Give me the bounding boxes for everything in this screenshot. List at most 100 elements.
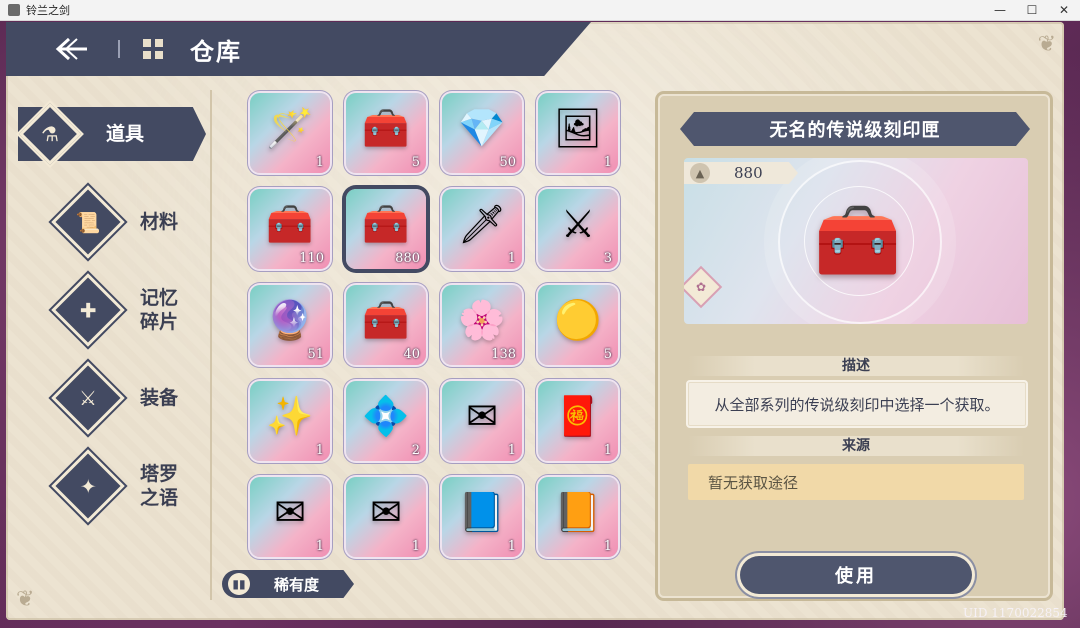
tab-items[interactable]: ⚗ 道具	[10, 102, 218, 166]
tabs-divider	[210, 90, 212, 600]
item-quantity: 880	[395, 251, 420, 266]
item-quantity: 5	[603, 347, 612, 362]
maximize-button[interactable]: ☐	[1016, 0, 1048, 20]
item-slot-rainbow-crystals[interactable]: 🔮 51	[250, 285, 330, 365]
item-slot-sealed-letter[interactable]: ✉ 1	[442, 381, 522, 461]
item-slot-rainbow-gem[interactable]: 💠 2	[346, 381, 426, 461]
silver-chest-icon: 🧰	[362, 298, 410, 343]
item-slot-pink-orb[interactable]: 🌸 138	[442, 285, 522, 365]
item-slot-golden-orb[interactable]: 🟡 5	[538, 285, 618, 365]
item-slot-silver-chest[interactable]: 🧰 40	[346, 285, 426, 365]
tab-label: 塔罗 之语	[140, 463, 179, 509]
rainbow-gem-icon: 💠	[362, 394, 410, 439]
item-detail-panel: 无名的传说级刻印匣 🧰 ▲ 880 ✿ 描述 从全部系列的传说级刻印中选择一个获…	[658, 94, 1050, 598]
description-text: 从全部系列的传说级刻印中选择一个获取。	[714, 395, 1000, 414]
red-envelope-icon: 🧧	[554, 394, 602, 439]
minimize-button[interactable]: —	[984, 0, 1016, 20]
blue-book-icon: 📘	[458, 490, 506, 535]
back-button[interactable]	[52, 32, 92, 66]
sealed-letter-icon: ✉	[466, 394, 498, 439]
owned-count-badge: ▲ 880	[684, 162, 798, 184]
close-button[interactable]: ✕	[1048, 0, 1080, 20]
star-emblem-icon: ✨	[266, 394, 314, 439]
item-slot-picture-frame[interactable]: 🖼 1	[538, 93, 618, 173]
item-slot-red-envelope[interactable]: 🧧 1	[538, 381, 618, 461]
item-title: 无名的传说级刻印匣	[680, 112, 1030, 146]
item-quantity: 1	[315, 539, 324, 554]
back-arrow-icon	[55, 37, 87, 61]
rainbow-crystals-icon: 🔮	[266, 298, 314, 343]
item-quantity: 138	[491, 347, 516, 362]
item-quantity: 3	[603, 251, 612, 266]
item-quantity: 1	[315, 155, 324, 170]
tab-memory-fragments[interactable]: ✚ 记忆 碎片	[18, 273, 218, 347]
source-heading: 来源	[688, 436, 1024, 456]
item-quantity: 1	[315, 443, 324, 458]
item-quantity: 110	[299, 251, 324, 266]
header-divider	[118, 40, 120, 58]
equipment-icon: ⚔	[51, 361, 125, 435]
item-quantity: 1	[507, 539, 516, 554]
tab-label: 记忆 碎片	[140, 287, 179, 333]
warehouse-panel: 仓库 ❦ ❦ ⚗ 道具 📜 材料 ✚ 记忆 碎片 ⚔ 装备 ✦ 塔罗 之语 🪄 1…	[6, 22, 1064, 620]
owned-count: 880	[734, 164, 763, 182]
tab-label: 道具	[106, 123, 145, 145]
red-chest-icon: 🧰	[266, 202, 314, 247]
category-tabs: ⚗ 道具 📜 材料 ✚ 记忆 碎片 ⚔ 装备 ✦ 塔罗 之语	[18, 102, 218, 546]
window-title: 铃兰之剑	[26, 4, 70, 17]
brown-book-icon: 📙	[554, 490, 602, 535]
source-box: 暂无获取途径	[688, 464, 1024, 500]
tab-tarot[interactable]: ✦ 塔罗 之语	[18, 449, 218, 523]
item-quantity: 5	[411, 155, 420, 170]
item-slot-feather-letter[interactable]: ✉ 1	[346, 477, 426, 557]
rarity-sort-button[interactable]: ▮▮ 稀有度	[222, 570, 354, 598]
pink-sword-burst-icon: ⚔	[560, 202, 596, 247]
rarity-badge-icon: ✿	[684, 268, 720, 306]
picture-frame-icon: 🖼	[553, 106, 603, 151]
page-title: 仓库	[190, 37, 242, 66]
scroll-icon: 📜	[51, 185, 125, 259]
item-preview: 🧰 ▲ 880 ✿	[684, 158, 1028, 324]
golden-orb-icon: 🟡	[554, 298, 602, 343]
item-quantity: 1	[411, 539, 420, 554]
window-titlebar: 铃兰之剑 — ☐ ✕	[0, 0, 1080, 21]
item-quantity: 40	[403, 347, 420, 362]
item-grid: 🪄 1 🧰 5 💎 50 🖼 1 🧰 110 🧰 880 🗡 1 ⚔ 3 🔮 51 🧰 40 🌸 138 🟡 5 ✨ 1 💠 2 ✉ 1 🧧…	[250, 93, 618, 557]
item-preview-image: 🧰	[814, 199, 902, 281]
item-slot-legendary-seal-chest[interactable]: 🧰 880	[346, 189, 426, 269]
item-slot-crystal-box[interactable]: 💎 50	[442, 93, 522, 173]
rarity-label: 稀有度	[274, 575, 320, 594]
item-slot-pink-sword[interactable]: 🗡 1	[442, 189, 522, 269]
item-slot-golden-chest[interactable]: 🧰 5	[346, 93, 426, 173]
corner-ornament-icon: ❦	[1037, 32, 1056, 57]
item-quantity: 50	[499, 155, 516, 170]
pink-orb-icon: 🌸	[458, 298, 506, 343]
tarot-icon: ✦	[51, 449, 125, 523]
golden-chest-icon: 🧰	[362, 106, 410, 151]
item-quantity: 1	[603, 443, 612, 458]
item-quantity: 1	[507, 251, 516, 266]
rarity-icon: ▮▮	[228, 573, 250, 595]
legendary-seal-chest-icon: 🧰	[362, 202, 410, 247]
tab-label: 材料	[140, 211, 179, 233]
item-slot-blue-book[interactable]: 📘 1	[442, 477, 522, 557]
item-slot-leaf-letter[interactable]: ✉ 1	[250, 477, 330, 557]
item-slot-star-emblem[interactable]: ✨ 1	[250, 381, 330, 461]
item-slot-pink-sword-burst[interactable]: ⚔ 3	[538, 189, 618, 269]
uid-label: UID 1170022854	[963, 606, 1068, 620]
item-quantity: 2	[411, 443, 420, 458]
item-quantity: 1	[603, 155, 612, 170]
tab-materials[interactable]: 📜 材料	[18, 185, 218, 259]
source-text: 暂无获取途径	[708, 473, 799, 492]
pink-wand-bundle-icon: 🪄	[266, 106, 314, 151]
tab-equipment[interactable]: ⚔ 装备	[18, 361, 218, 435]
feather-letter-icon: ✉	[370, 490, 402, 535]
item-quantity: 1	[507, 443, 516, 458]
bag-icon: ▲	[690, 163, 710, 183]
item-slot-pink-wand-bundle[interactable]: 🪄 1	[250, 93, 330, 173]
use-button[interactable]: 使用	[740, 556, 972, 594]
item-quantity: 1	[603, 539, 612, 554]
header-bar: 仓库	[6, 22, 591, 76]
item-slot-red-chest[interactable]: 🧰 110	[250, 189, 330, 269]
item-slot-brown-book[interactable]: 📙 1	[538, 477, 618, 557]
